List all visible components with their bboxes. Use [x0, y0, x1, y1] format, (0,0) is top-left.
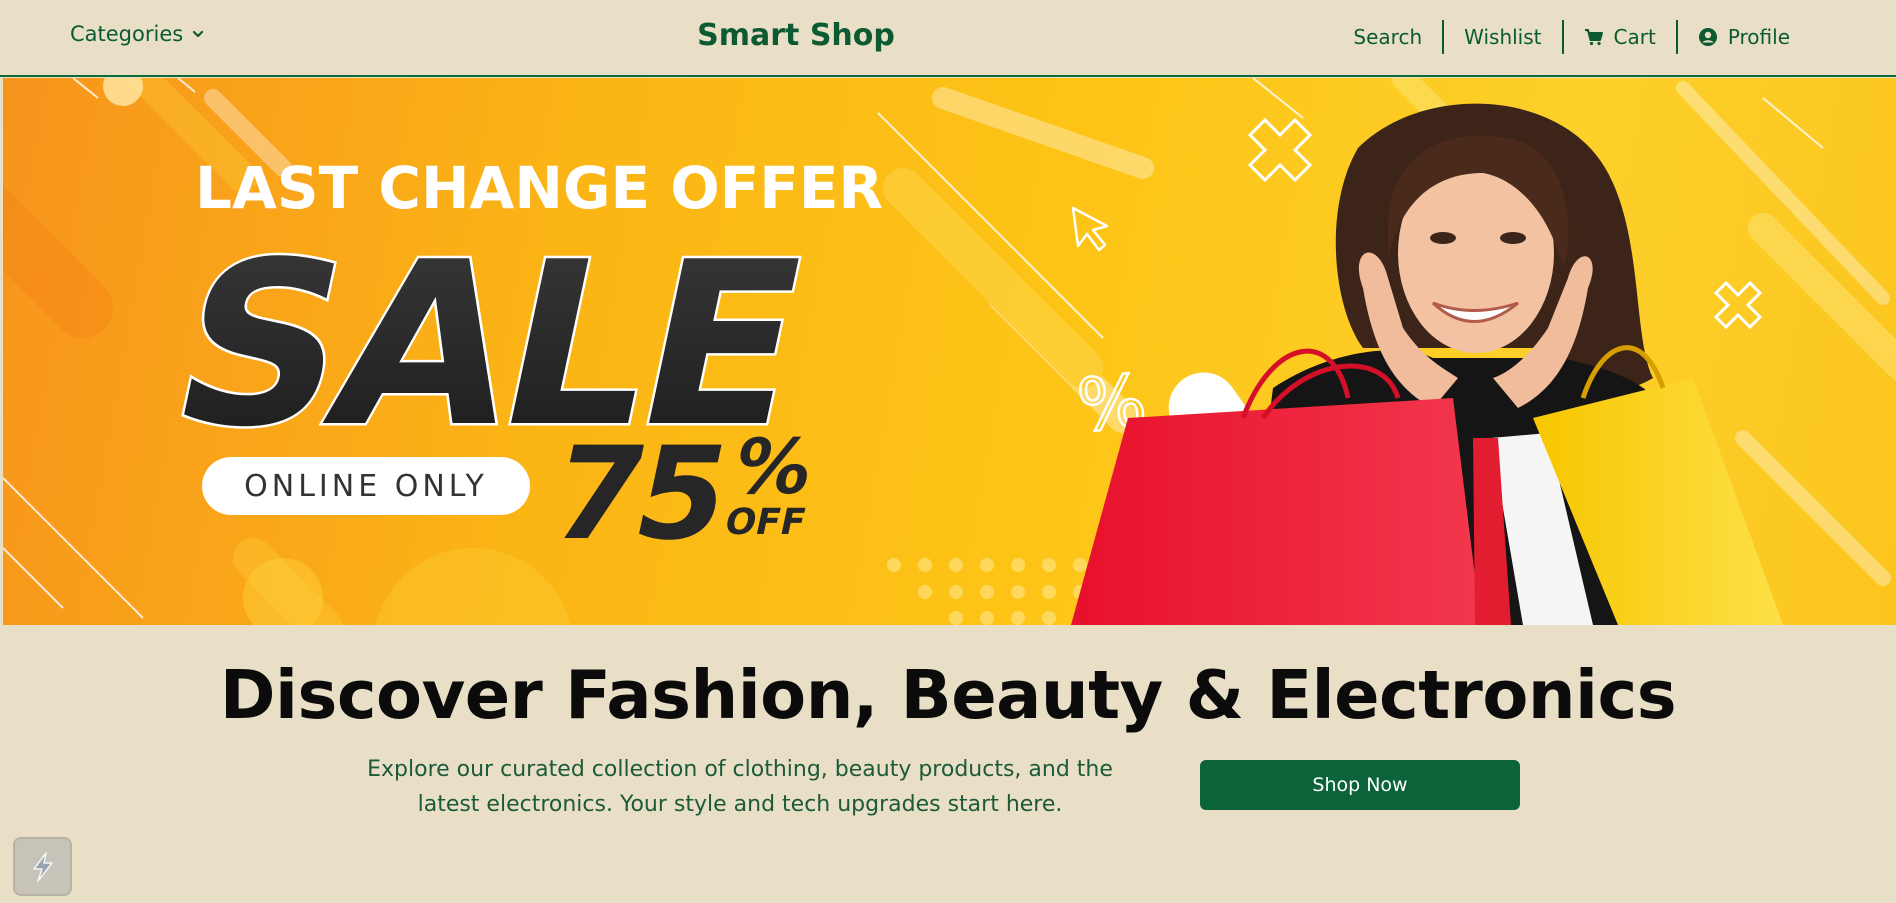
online-only-label: ONLINE ONLY: [244, 468, 488, 504]
nav-search-label: Search: [1353, 25, 1423, 49]
offer-line: LAST CHANGE OFFER: [195, 154, 883, 222]
shop-now-label: Shop Now: [1312, 774, 1408, 796]
discount-number: 75: [539, 419, 737, 568]
banner-artwork: SALE 75 % OFF % LAST CHANGE OFFER: [3, 78, 1896, 625]
nav-cart-label: Cart: [1613, 25, 1656, 49]
navbar: Categories Smart Shop Search Wishlist Ca…: [0, 0, 1896, 77]
page-headline: Discover Fashion, Beauty & Electronics: [219, 656, 1677, 734]
cart-icon: [1584, 29, 1603, 46]
discount-group: 75 % OFF: [539, 419, 821, 568]
floating-widget-button[interactable]: [13, 837, 72, 896]
cross-icon: [1713, 280, 1763, 330]
nav-profile-link[interactable]: Profile: [1678, 20, 1810, 54]
user-circle-icon: [1698, 28, 1717, 46]
nav-links: Search Wishlist Cart Profile: [1333, 18, 1810, 56]
online-only-badge: ONLINE ONLY: [202, 457, 530, 515]
nav-cart-link[interactable]: Cart: [1564, 20, 1676, 54]
shop-now-button[interactable]: Shop Now: [1200, 760, 1520, 810]
dot-grid: [887, 558, 1087, 625]
model-illustration: [1071, 103, 1783, 625]
cross-icon: [1247, 117, 1313, 183]
nav-search-link[interactable]: Search: [1333, 20, 1442, 54]
lightning-icon: [32, 851, 53, 882]
nav-wishlist-label: Wishlist: [1464, 25, 1542, 49]
nav-wishlist-link[interactable]: Wishlist: [1444, 20, 1561, 54]
hero-banner[interactable]: SALE 75 % OFF % LAST CHANGE OFFER ONLINE…: [3, 78, 1896, 625]
page-subtext: Explore our curated collection of clothi…: [367, 757, 1113, 817]
nav-profile-label: Profile: [1727, 25, 1790, 49]
deco-circle: [103, 78, 143, 106]
cursor-icon: [1071, 206, 1109, 252]
discount-off: OFF: [721, 500, 810, 543]
